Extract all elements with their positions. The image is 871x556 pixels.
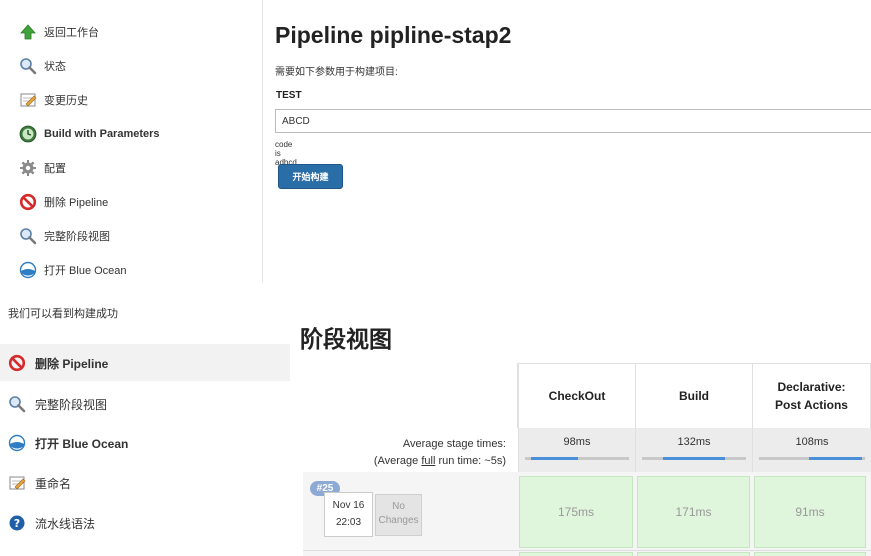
avg-progress-track [642, 457, 746, 460]
avg-progress-fill [809, 457, 863, 460]
next-run-stage-checkout [519, 552, 633, 556]
next-run-stage-post-actions [754, 552, 866, 556]
sidebar-item-pipeline-syntax[interactable]: ? 流水线语法 [8, 511, 95, 535]
sidebar-item-full-stage-view[interactable]: 完整阶段视图 [8, 392, 107, 416]
row-divider [303, 550, 871, 551]
run-changes[interactable]: No Changes [375, 494, 422, 536]
stage-view-heading: 阶段视图 [300, 326, 392, 352]
page-title: Pipeline pipline-stap2 [275, 22, 512, 48]
sidebar-item-label: 流水线语法 [35, 516, 96, 531]
run-date: Nov 16 22:03 [324, 492, 373, 537]
avg-cell-checkout: 98ms [518, 428, 635, 472]
sidebar-item-label: 变更历史 [44, 95, 88, 107]
avg-progress-fill [662, 457, 726, 460]
average-suffix: run time: ~5s) [435, 455, 506, 467]
sidebar-item-label: 删除 Pipeline [44, 197, 109, 209]
next-run-stage-build [637, 552, 750, 556]
sidebar-item-build-with-parameters[interactable]: Build with Parameters [19, 122, 160, 146]
sidebar-item-label: 状态 [44, 61, 66, 73]
sidebar-item-label: Build with Parameters [44, 128, 160, 140]
stage-result-build[interactable]: 171ms [637, 476, 750, 548]
sidebar-item-label: 重命名 [35, 476, 72, 491]
parameters-description: 需要如下参数用于构建项目: [275, 67, 398, 78]
build-clock-icon [19, 125, 37, 143]
help-icon: ? [8, 514, 26, 532]
blue-ocean-icon [19, 261, 37, 279]
magnifier-icon [19, 227, 37, 245]
sidebar-item-configure[interactable]: 配置 [19, 156, 66, 180]
sidebar-item-full-stage-view[interactable]: 完整阶段视图 [19, 224, 110, 248]
sidebar-item-label: 返回工作台 [44, 27, 99, 39]
sidebar-item-label: 删除 Pipeline [35, 356, 109, 371]
bottom-sidebar: 删除 Pipeline 完整阶段视图 打开 Blue Ocean 重命名 ? 流… [0, 344, 290, 556]
sidebar-item-rename[interactable]: 重命名 [8, 471, 71, 495]
average-times-label: Average stage times: (Average full run t… [303, 428, 517, 472]
stage-name-line1: Declarative: [777, 380, 846, 394]
avg-time: 132ms [677, 436, 711, 448]
magnifier-icon [8, 395, 26, 413]
sidebar-item-label: 完整阶段视图 [44, 231, 110, 243]
avg-time: 98ms [563, 436, 591, 448]
svg-text:?: ? [14, 517, 20, 530]
avg-progress-track [759, 457, 865, 460]
sidebar-item-delete-pipeline[interactable]: 删除 Pipeline [8, 351, 108, 375]
stage-name: Build [679, 389, 709, 403]
average-stage-times-text: Average stage times: [402, 438, 506, 450]
sidebar-item-label: 配置 [44, 163, 66, 175]
full-run-link[interactable]: full [421, 455, 435, 467]
sidebar-item-status[interactable]: 状态 [19, 54, 66, 78]
sidebar-item-changes[interactable]: 变更历史 [19, 88, 88, 112]
avg-progress-track [525, 457, 629, 460]
stage-header-build: Build [635, 363, 752, 428]
changes-line2: Changes [378, 515, 419, 526]
blue-ocean-icon [8, 434, 26, 452]
sidebar-item-open-blue-ocean[interactable]: 打开 Blue Ocean [19, 258, 127, 282]
stage-name-line2: Post Actions [775, 398, 848, 412]
notepad-icon [8, 474, 26, 492]
sidebar-item-open-blue-ocean[interactable]: 打开 Blue Ocean [8, 431, 128, 455]
up-arrow-icon [19, 23, 37, 41]
notepad-icon [19, 91, 37, 109]
stage-result-post-actions[interactable]: 91ms [754, 476, 866, 548]
start-build-button[interactable]: 开始构建 [278, 164, 343, 189]
test-parameter-input[interactable] [275, 109, 871, 133]
parameter-help-text: code is adbcd [275, 140, 297, 167]
avg-progress-fill [530, 457, 578, 460]
sidebar-item-label: 打开 Blue Ocean [44, 265, 127, 277]
stage-view-heading-container: 阶段视图 [300, 326, 430, 356]
stage-name: CheckOut [548, 389, 606, 403]
parameter-name: TEST [276, 90, 302, 101]
stage-result-checkout[interactable]: 175ms [519, 476, 633, 548]
avg-cell-build: 132ms [635, 428, 752, 472]
no-sign-icon [8, 354, 26, 372]
average-prefix: (Average [373, 455, 422, 467]
avg-cell-post-actions: 108ms [752, 428, 871, 472]
stage-header-checkout: CheckOut [518, 363, 635, 428]
magnifier-icon [19, 57, 37, 75]
sidebar-item-delete-pipeline[interactable]: 删除 Pipeline [19, 190, 108, 214]
build-parameters-panel: 返回工作台 状态 变更历史 Build with Parameters 配置 删… [0, 0, 871, 282]
run-date-day: Nov 16 [332, 500, 365, 511]
top-sidebar: 返回工作台 状态 变更历史 Build with Parameters 配置 删… [0, 0, 263, 282]
no-sign-icon [19, 193, 37, 211]
sidebar-item-label: 打开 Blue Ocean [35, 436, 129, 451]
gear-icon [19, 159, 37, 177]
avg-time: 108ms [795, 436, 829, 448]
run-date-time: 22:03 [335, 517, 362, 528]
sidebar-item-back-to-dashboard[interactable]: 返回工作台 [19, 20, 99, 44]
stage-header-post-actions: Declarative: Post Actions [752, 363, 871, 428]
changes-line1: No [392, 501, 405, 512]
sidebar-item-label: 完整阶段视图 [35, 397, 108, 412]
article-caption: 我们可以看到构建成功 [8, 308, 118, 320]
